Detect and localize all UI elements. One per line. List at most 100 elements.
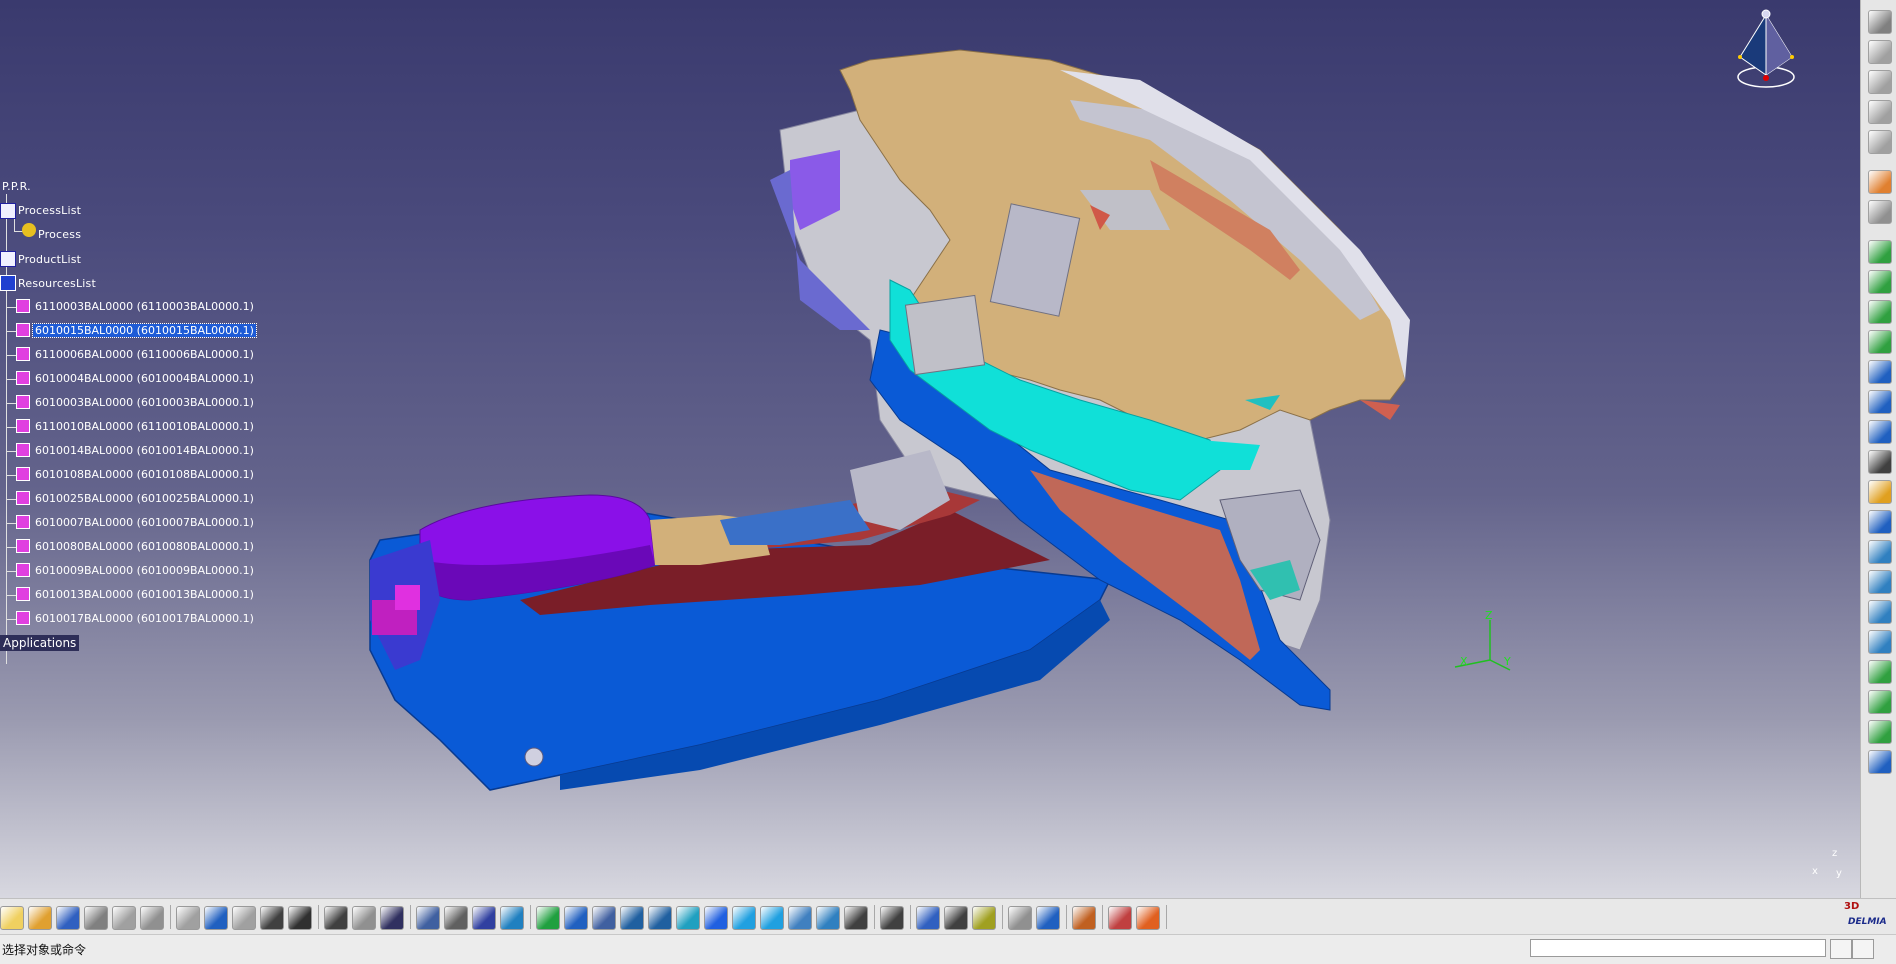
- tree-resources-list[interactable]: ResourcesList: [18, 277, 96, 290]
- assign-icon[interactable]: [1868, 690, 1892, 714]
- resource-item[interactable]: 6010004BAL0000 (6010004BAL0000.1): [33, 372, 256, 385]
- command-input[interactable]: [1530, 939, 1826, 957]
- open-icon[interactable]: [28, 906, 52, 930]
- resource-item[interactable]: 6010108BAL0000 (6010108BAL0000.1): [33, 468, 256, 481]
- resource-item[interactable]: 6010013BAL0000 (6010013BAL0000.1): [33, 588, 256, 601]
- move-icon[interactable]: [1868, 390, 1892, 414]
- resource-icon[interactable]: [1868, 130, 1892, 154]
- resource-item[interactable]: 6110006BAL0000 (6110006BAL0000.1): [33, 348, 256, 361]
- resource-item-icon: [16, 563, 30, 577]
- resource-item[interactable]: 6010080BAL0000 (6010080BAL0000.1): [33, 540, 256, 553]
- manager-icon[interactable]: [1868, 510, 1892, 534]
- mfg-icon[interactable]: [1868, 660, 1892, 684]
- resource-item-icon: [16, 371, 30, 385]
- resource-item[interactable]: 6010009BAL0000 (6010009BAL0000.1): [33, 564, 256, 577]
- simulation-icon[interactable]: [1008, 906, 1032, 930]
- paste-icon[interactable]: [176, 906, 200, 930]
- table-icon[interactable]: [380, 906, 404, 930]
- cut-icon[interactable]: [112, 906, 136, 930]
- 3d-model[interactable]: [0, 0, 1860, 898]
- resource-item[interactable]: 6010017BAL0000 (6010017BAL0000.1): [33, 612, 256, 625]
- fit-all-icon[interactable]: [536, 906, 560, 930]
- tree-process-list[interactable]: ProcessList: [18, 204, 81, 217]
- resource-item-icon: [16, 611, 30, 625]
- text-icon[interactable]: [1868, 450, 1892, 474]
- distance-icon[interactable]: [944, 906, 968, 930]
- pan-icon[interactable]: [564, 906, 588, 930]
- player-icon[interactable]: [1072, 906, 1096, 930]
- fly-mode-icon[interactable]: [500, 906, 524, 930]
- gear-icon-3[interactable]: [1868, 300, 1892, 324]
- render-style-icon[interactable]: [760, 906, 784, 930]
- zoom-out-icon[interactable]: [648, 906, 672, 930]
- robot-icon[interactable]: [1868, 540, 1892, 564]
- resource-item-icon: [16, 515, 30, 529]
- iso-view-icon[interactable]: [732, 906, 756, 930]
- resource-item[interactable]: 6110003BAL0000 (6110003BAL0000.1): [33, 300, 256, 313]
- simulation-icon[interactable]: [1868, 600, 1892, 624]
- arrow-icon[interactable]: [1868, 330, 1892, 354]
- tree-icon[interactable]: [416, 906, 440, 930]
- resource-item[interactable]: 6010003BAL0000 (6010003BAL0000.1): [33, 396, 256, 409]
- tree-applications[interactable]: Applications: [0, 635, 80, 651]
- compass-reset-icon[interactable]: [1868, 750, 1892, 774]
- gear-icon-2[interactable]: [1868, 270, 1892, 294]
- knowledge-icon[interactable]: [352, 906, 376, 930]
- compass-icon[interactable]: [1868, 10, 1892, 34]
- comment-icon[interactable]: [324, 906, 348, 930]
- copy-icon[interactable]: [140, 906, 164, 930]
- print-icon[interactable]: [84, 906, 108, 930]
- zoom-in-icon[interactable]: [620, 906, 644, 930]
- process-icon[interactable]: [1868, 100, 1892, 124]
- tree-root[interactable]: P.P.R.: [2, 180, 31, 193]
- redo-icon[interactable]: [232, 906, 256, 930]
- analysis-icon[interactable]: [972, 906, 996, 930]
- command-close-button[interactable]: [1852, 939, 1874, 959]
- product-icon[interactable]: [1868, 40, 1892, 64]
- toolbar-separator: [530, 905, 531, 929]
- new-icon[interactable]: [0, 906, 24, 930]
- command-option-button[interactable]: [1830, 939, 1852, 959]
- specification-tree[interactable]: P.P.R. ProcessList Process ProductList R…: [0, 175, 257, 664]
- grid-icon[interactable]: [1136, 906, 1160, 930]
- capture-icon[interactable]: [844, 906, 868, 930]
- select-icon[interactable]: [1868, 170, 1892, 194]
- tree-product-list[interactable]: ProductList: [18, 253, 81, 266]
- save-icon[interactable]: [56, 906, 80, 930]
- resource-item[interactable]: 6010014BAL0000 (6010014BAL0000.1): [33, 444, 256, 457]
- filter-icon[interactable]: [1108, 906, 1132, 930]
- 3d-viewport[interactable]: Z X Y z x y P.P.R. ProcessList Process P…: [0, 0, 1860, 898]
- resource-item[interactable]: 6010025BAL0000 (6010025BAL0000.1): [33, 492, 256, 505]
- catalog-icon[interactable]: [444, 906, 468, 930]
- resource-item[interactable]: 6010015BAL0000 (6010015BAL0000.1): [32, 323, 257, 338]
- gear-icon[interactable]: [1868, 240, 1892, 264]
- whats-this-icon[interactable]: [260, 906, 284, 930]
- compass-widget[interactable]: [1730, 5, 1800, 90]
- measure-icon[interactable]: [880, 906, 904, 930]
- formula-icon[interactable]: [288, 906, 312, 930]
- mini-axis-y: y: [1836, 868, 1842, 879]
- multi-view-icon[interactable]: [704, 906, 728, 930]
- insert-icon[interactable]: [1868, 360, 1892, 384]
- resource-item[interactable]: 6110010BAL0000 (6110010BAL0000.1): [33, 420, 256, 433]
- link-icon[interactable]: [1868, 630, 1892, 654]
- spec-icon[interactable]: [472, 906, 496, 930]
- undo-icon[interactable]: [204, 906, 228, 930]
- tree-process[interactable]: Process: [38, 228, 81, 241]
- resource-item-icon: [16, 395, 30, 409]
- snap-icon[interactable]: [1868, 200, 1892, 224]
- clash-icon[interactable]: [916, 906, 940, 930]
- export-icon[interactable]: [1868, 720, 1892, 744]
- normal-view-icon[interactable]: [676, 906, 700, 930]
- toolbar-separator: [410, 905, 411, 929]
- manufacturing-icon[interactable]: [1868, 70, 1892, 94]
- tool-icon[interactable]: [1868, 570, 1892, 594]
- tree-icon[interactable]: [1868, 480, 1892, 504]
- rotate-icon[interactable]: [592, 906, 616, 930]
- list-icon[interactable]: [1868, 420, 1892, 444]
- hide-show-icon[interactable]: [788, 906, 812, 930]
- resource-item[interactable]: 6010007BAL0000 (6010007BAL0000.1): [33, 516, 256, 529]
- axis-y-label: Y: [1504, 655, 1511, 668]
- sectioning-icon[interactable]: [1036, 906, 1060, 930]
- swap-icon[interactable]: [816, 906, 840, 930]
